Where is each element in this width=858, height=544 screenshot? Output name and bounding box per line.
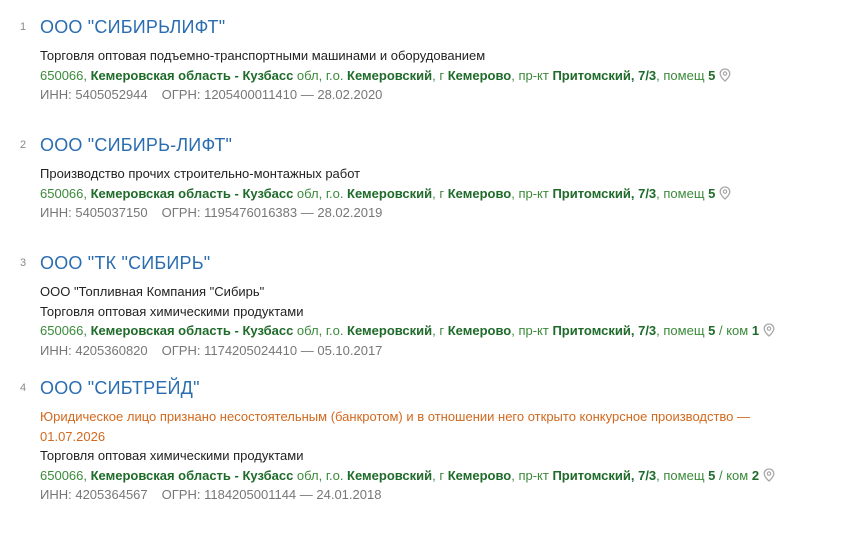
inn-text: ИНН: 4205360820 xyxy=(40,342,148,358)
result-number: 4 xyxy=(20,382,27,394)
activity-text: Торговля оптовая подъемно-транспортными … xyxy=(40,48,486,63)
activity-text: Производство прочих строительно-монтажны… xyxy=(40,166,361,181)
search-results-list: 1 ООО "СИБИРЬЛИФТ" Торговля оптовая подъ… xyxy=(0,14,858,502)
company-name-link[interactable]: ООО "СИБИРЬ-ЛИФТ" xyxy=(40,132,232,158)
result-item: 4 ООО "СИБТРЕЙД" Юридическое лицо призна… xyxy=(0,375,858,502)
company-registration: ИНН: 4205364567 ОГРН: 1184205001144 — 24.… xyxy=(40,485,858,505)
result-number: 1 xyxy=(20,21,27,33)
company-name-link[interactable]: ООО "СИБТРЕЙД" xyxy=(40,375,200,401)
company-address: 650066, Кемеровская область - Кузбасс об… xyxy=(40,321,858,341)
company-address: 650066, Кемеровская область - Кузбасс об… xyxy=(40,66,858,86)
map-pin-icon[interactable] xyxy=(719,67,731,82)
company-name-link[interactable]: ООО "СИБИРЬЛИФТ" xyxy=(40,14,225,40)
ogrn-text: ОГРН: 1174205024410 — 05.10.2017 xyxy=(161,342,383,358)
inn-text: ИНН: 5405037150 xyxy=(40,205,148,220)
inn-text: ИНН: 5405052944 xyxy=(40,87,148,102)
result-number: 3 xyxy=(20,257,27,269)
activity-text: Торговля оптовая химическими продуктами xyxy=(40,303,304,319)
company-address: 650066, Кемеровская область - Кузбасс об… xyxy=(40,184,858,204)
company-name-link[interactable]: ООО "ТК "СИБИРЬ" xyxy=(40,250,210,276)
bankruptcy-warning: Юридическое лицо признано несостоятельны… xyxy=(40,409,751,444)
inn-text: ИНН: 4205364567 xyxy=(40,487,148,502)
activity-text: Торговля оптовая химическими продуктами xyxy=(40,448,304,463)
company-registration: ИНН: 4205360820 ОГРН: 1174205024410 — 05.… xyxy=(40,341,858,361)
map-pin-icon[interactable] xyxy=(719,185,731,200)
ogrn-text: ОГРН: 1184205001144 — 24.01.2018 xyxy=(161,487,382,502)
company-registration: ИНН: 5405037150 ОГРН: 1195476016383 — 28.… xyxy=(40,203,858,223)
company-address: 650066, Кемеровская область - Кузбасс об… xyxy=(40,466,858,486)
ogrn-text: ОГРН: 1205400011410 — 28.02.2020 xyxy=(161,87,383,102)
company-full-name: ООО "Топливная Компания "Сибирь" xyxy=(40,284,265,299)
result-item: 3 ООО "ТК "СИБИРЬ" ООО "Топливная Компан… xyxy=(0,250,858,375)
ogrn-text: ОГРН: 1195476016383 — 28.02.2019 xyxy=(161,205,383,220)
result-item: 1 ООО "СИБИРЬЛИФТ" Торговля оптовая подъ… xyxy=(0,14,858,132)
map-pin-icon[interactable] xyxy=(763,323,775,337)
map-pin-icon[interactable] xyxy=(763,467,775,482)
result-item: 2 ООО "СИБИРЬ-ЛИФТ" Производство прочих … xyxy=(0,132,858,250)
company-registration: ИНН: 5405052944 ОГРН: 1205400011410 — 28.… xyxy=(40,85,858,105)
result-number: 2 xyxy=(20,139,27,151)
